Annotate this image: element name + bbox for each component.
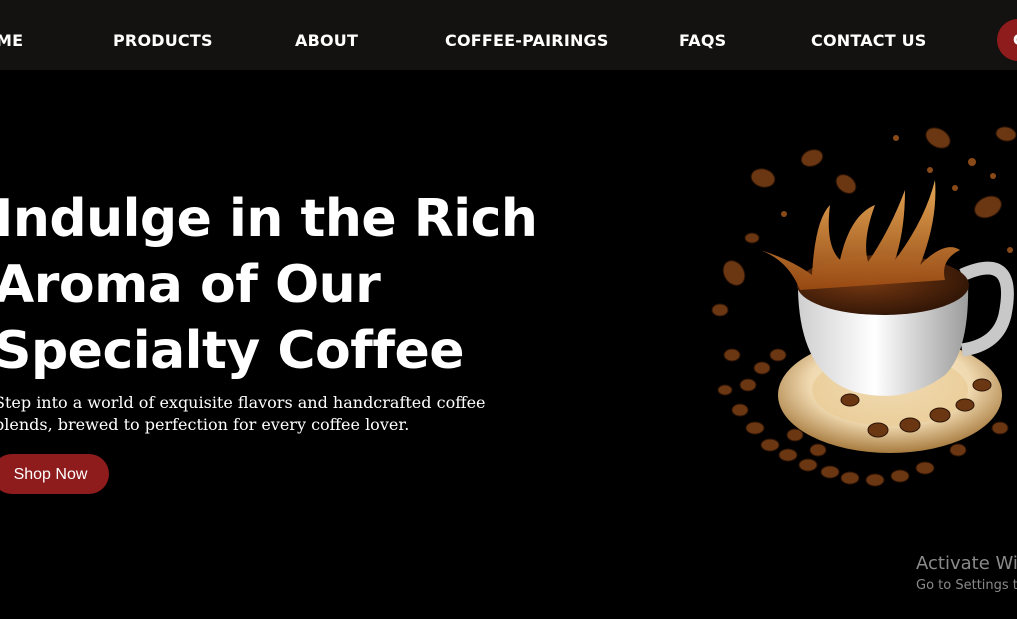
- coffee-cup-splash-image: [700, 110, 1017, 510]
- hero-title-line-3: Specialty Coffee: [0, 321, 465, 381]
- nav-link-coffee-pairings[interactable]: COFFEE-PAIRINGS: [445, 30, 609, 52]
- nav-cta-button[interactable]: C: [997, 19, 1017, 61]
- activate-windows-title: Activate Wi: [916, 553, 1017, 574]
- nav-link-home[interactable]: ME: [0, 30, 23, 52]
- hero-subtitle-line-1: Step into a world of exquisite flavors a…: [0, 393, 486, 412]
- hero-title: Indulge in the Rich Aroma of Our Special…: [0, 186, 554, 384]
- activate-windows-subtitle: Go to Settings t: [916, 578, 1017, 593]
- hero-title-line-2: Aroma of Our: [0, 255, 381, 315]
- shop-now-button[interactable]: Shop Now: [0, 454, 109, 494]
- nav-link-products[interactable]: PRODUCTS: [113, 30, 213, 52]
- hero-title-line-1: Indulge in the Rich: [0, 189, 538, 249]
- nav-link-faqs[interactable]: FAQS: [679, 30, 726, 52]
- hero-subtitle: Step into a world of exquisite flavors a…: [0, 392, 494, 436]
- hero-subtitle-line-2: blends, brewed to perfection for every c…: [0, 415, 410, 434]
- activate-windows-watermark: Activate Wi Go to Settings t: [916, 552, 1017, 596]
- nav-link-contact-us[interactable]: CONTACT US: [811, 30, 927, 52]
- nav-link-about[interactable]: ABOUT: [295, 30, 358, 52]
- top-nav-bar: ME PRODUCTS ABOUT COFFEE-PAIRINGS FAQS C…: [0, 0, 1017, 70]
